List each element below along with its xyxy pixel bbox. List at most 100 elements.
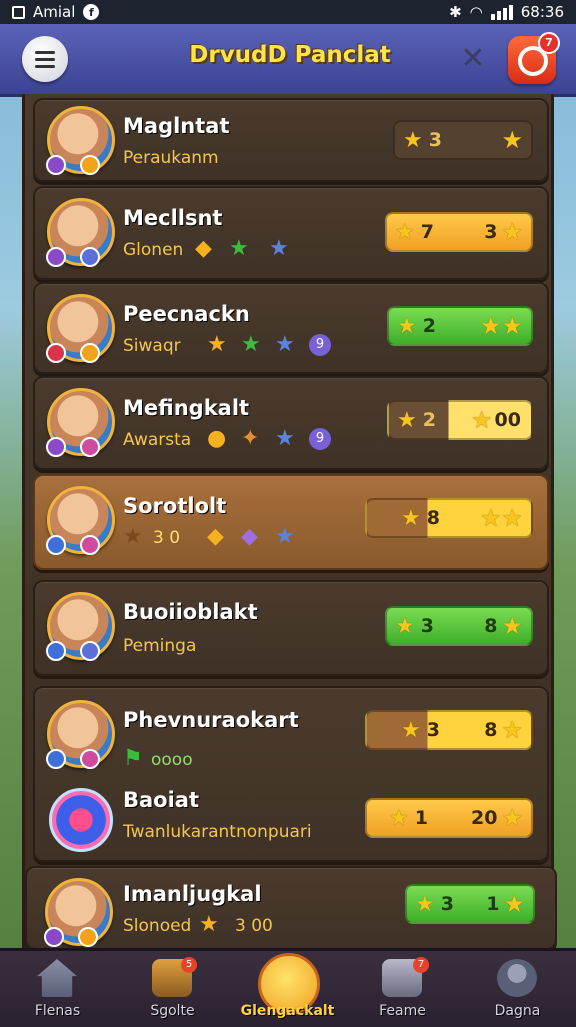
list-item[interactable]: Phevnuraokart ⚑ oooo ★ 3 8 ★ Baoiat Twan… xyxy=(33,686,549,862)
star-icon: ★ xyxy=(395,613,415,639)
score-pill: ★ 3 1 ★ xyxy=(405,884,535,924)
avatar xyxy=(46,592,115,661)
score-left: 3 xyxy=(420,615,434,637)
score-pill: ★ 8 ★★ xyxy=(365,498,533,538)
player-subtitle: Peraukanm xyxy=(123,148,219,168)
player-extra: 3 00 xyxy=(235,916,273,936)
coin-icon: ● xyxy=(207,426,227,451)
avatar xyxy=(46,700,115,769)
star-icon: ★ xyxy=(269,236,289,261)
wifi-icon: ◠ xyxy=(469,3,483,21)
player-subtitle: Siwaqr xyxy=(123,336,181,356)
star-icon: ★ xyxy=(415,891,435,917)
player-subtitle: Slonoed xyxy=(123,916,192,936)
star-icon: ★ xyxy=(401,717,421,743)
score-left: 2 xyxy=(422,315,436,337)
tab-label: Sgolte xyxy=(150,1003,195,1019)
list-item[interactable]: Mecllsnt Glonen ◆ ★ ★ ★ 7 3 ★ xyxy=(33,186,549,280)
star-icon: ★ xyxy=(275,524,295,549)
sparkle-icon: ✦ xyxy=(241,426,260,451)
star-icon: ★ xyxy=(229,236,249,261)
profile-icon xyxy=(497,959,537,997)
player-subtitle: Peminga xyxy=(123,636,197,656)
flag-icon: ⚑ xyxy=(123,746,143,771)
star-icon: ★ xyxy=(397,407,417,433)
page-title: DrvudD Panclat xyxy=(189,42,391,68)
ball-icon xyxy=(49,788,113,852)
gem-icon: ◆ xyxy=(241,524,258,549)
score-left: 7 xyxy=(420,221,434,243)
tab-box[interactable]: 7 Feame xyxy=(345,951,460,1027)
notification-icon: f xyxy=(83,4,100,20)
player-name: Peecnackn xyxy=(123,302,250,326)
avatar xyxy=(46,106,115,175)
star-icon: ★ xyxy=(397,313,417,339)
score-right: 1 xyxy=(486,893,500,915)
score-pill: ★ 7 3 ★ xyxy=(385,212,533,252)
gallery-icon xyxy=(12,5,25,19)
status-app-name: Amial xyxy=(33,3,76,21)
score-right: 8 xyxy=(484,719,498,741)
star-icon: ★ xyxy=(207,332,227,357)
list-item[interactable]: Buoiioblakt Peminga ★ 3 8 ★ xyxy=(33,580,549,676)
score-right: 00 xyxy=(494,409,521,431)
tab-label: Dagna xyxy=(494,1003,541,1019)
star-icon: ★ xyxy=(275,332,295,357)
tab-badge: 5 xyxy=(181,957,197,973)
score-right: 3 xyxy=(484,221,498,243)
score-left: 3 xyxy=(428,129,442,151)
list-item[interactable]: Maglntat Peraukanm ★ 3 ★ xyxy=(33,98,549,182)
star-icon: ★ xyxy=(401,505,421,531)
star-icon: ★ xyxy=(123,524,143,549)
tab-label: Flenas xyxy=(34,1003,81,1019)
player-name: Mecllsnt xyxy=(123,206,223,230)
star-icon: ★★ xyxy=(479,312,523,340)
alert-badge: 7 xyxy=(538,32,560,54)
list-item[interactable]: Mefingkalt Awarsta ● ✦ ★ 9 ★ 2 ★ 00 xyxy=(33,376,549,470)
menu-button[interactable] xyxy=(22,36,68,82)
score-pill: ★ 3 8 ★ xyxy=(385,606,533,646)
star-icon: ★ xyxy=(501,126,523,154)
score-left: 1 xyxy=(414,807,428,829)
tab-active[interactable]: Glengackalt xyxy=(230,951,345,1027)
tab-label: Feame xyxy=(379,1003,426,1019)
home-icon xyxy=(37,959,77,997)
score-pill: ★ 1 20 ★ xyxy=(365,798,533,838)
shield-icon: ◆ xyxy=(195,236,212,261)
score-pill: ★ 2 ★ 00 xyxy=(387,400,533,440)
star-icon: ★ xyxy=(241,332,261,357)
bluetooth-icon: ✱ xyxy=(449,3,462,21)
player-name: Phevnuraokart xyxy=(123,708,299,732)
star-icon: ★ xyxy=(501,612,523,640)
avatar xyxy=(46,388,115,457)
list-item[interactable]: Imanljugkal Slonoed ★ 3 00 ★ 3 1 ★ xyxy=(25,866,557,950)
player-name: Baoiat xyxy=(123,788,200,812)
player-name: Imanljugkal xyxy=(123,882,262,906)
status-bar: Amial f ✱ ◠ 68:36 xyxy=(0,0,576,24)
score-pill: ★ 2 ★★ xyxy=(387,306,533,346)
tab-home[interactable]: Flenas xyxy=(0,951,115,1027)
bottom-nav: Flenas 5 Sgolte Glengackalt 7 Feame Dagn… xyxy=(0,948,576,1027)
avatar xyxy=(46,294,115,363)
avatar xyxy=(46,486,115,555)
tab-badge: 7 xyxy=(413,957,429,973)
tab-label: Glengackalt xyxy=(240,1003,335,1019)
player-subtitle: Awarsta xyxy=(123,430,192,450)
avatar xyxy=(44,878,113,947)
list-item[interactable]: Peecnackn Siwaqr ★ ★ ★ 9 ★ 2 ★★ xyxy=(33,282,549,374)
status-time: 68:36 xyxy=(520,3,564,21)
tab-chest[interactable]: 5 Sgolte xyxy=(115,951,230,1027)
badge-icon: 9 xyxy=(309,334,331,356)
close-icon[interactable]: ✕ xyxy=(458,44,488,74)
star-icon: ★ xyxy=(199,912,219,937)
player-name: Buoiioblakt xyxy=(123,600,258,624)
tab-profile[interactable]: Dagna xyxy=(460,951,575,1027)
shield-icon: ◆ xyxy=(207,524,224,549)
list-item-highlighted[interactable]: Sorotlolt ★ 3 0 ◆ ◆ ★ ★ 8 ★★ xyxy=(33,474,549,570)
player-subtitle: 3 0 xyxy=(153,528,181,548)
star-icon: ★★ xyxy=(479,504,523,532)
player-subtitle: oooo xyxy=(151,750,193,770)
score-left: 8 xyxy=(426,507,440,529)
player-name: Sorotlolt xyxy=(123,494,227,518)
alert-button[interactable]: 7 xyxy=(508,32,560,84)
